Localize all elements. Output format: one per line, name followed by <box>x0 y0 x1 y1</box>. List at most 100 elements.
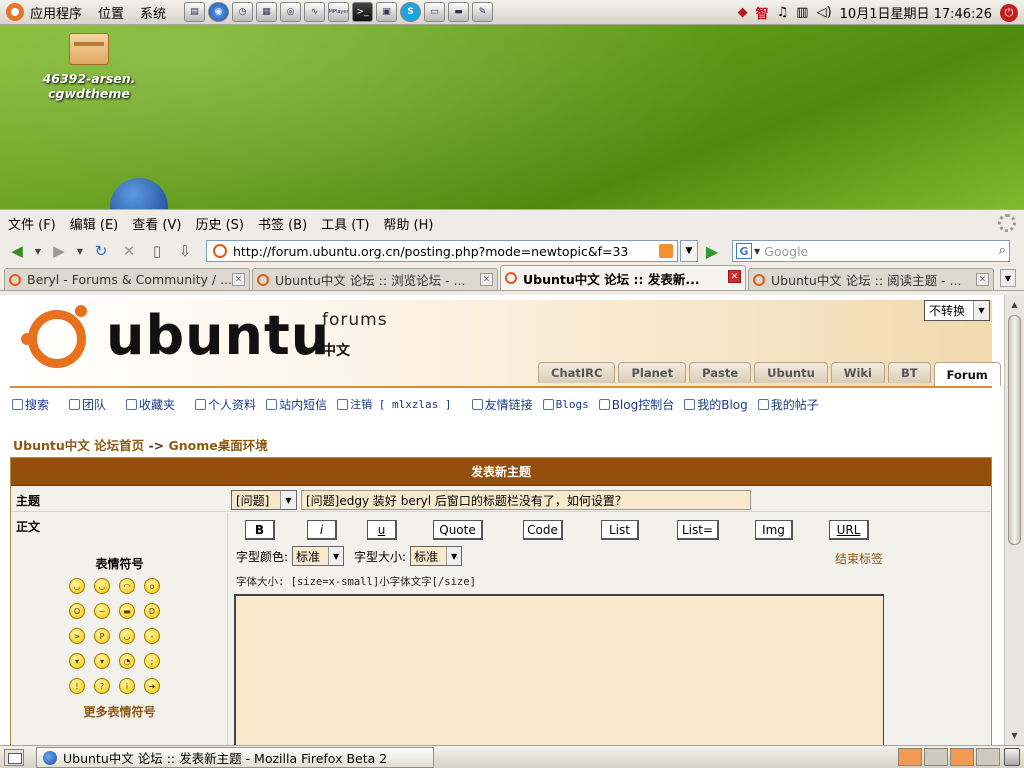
close-tags-link[interactable]: 结束标签 <box>835 550 883 567</box>
tab-list-dropdown[interactable]: ▼ <box>1000 269 1016 287</box>
site-tab-wiki[interactable]: Wiki <box>830 362 885 383</box>
menu-bookmarks[interactable]: 书签 (B) <box>258 214 307 233</box>
font-color-select[interactable]: 标准 ▼ <box>292 546 345 566</box>
idea-icon[interactable]: i <box>119 678 135 694</box>
desktop-file-icon[interactable]: 46392-arsen. cgwdtheme <box>30 33 148 101</box>
page-scrollbar[interactable]: ▲ ▼ <box>1004 295 1024 745</box>
nav-profile[interactable]: 个人资料 <box>195 395 256 413</box>
calculator-icon[interactable]: ▦ <box>256 2 278 22</box>
tab-browse-forum[interactable]: Ubuntu中文 论坛 :: 浏览论坛 - ... ✕ <box>252 268 498 290</box>
monitor-icon[interactable]: ∿ <box>304 2 326 22</box>
url-button[interactable]: URL <box>829 520 869 540</box>
language-select[interactable]: 不转换 ▼ <box>924 300 990 321</box>
workspace-1[interactable] <box>898 748 922 766</box>
console-icon[interactable]: >_ <box>352 2 374 22</box>
forward-dropdown-icon[interactable]: ▼ <box>76 240 84 262</box>
tab-beryl[interactable]: Beryl - Forums & Community / ... ✕ <box>4 268 250 290</box>
google-engine-icon[interactable]: G <box>736 243 752 259</box>
workspace-2[interactable] <box>924 748 948 766</box>
download-icon[interactable]: ⇩ <box>174 240 196 262</box>
confused-icon[interactable]: ~ <box>94 603 110 619</box>
scroll-thumb[interactable] <box>1008 315 1021 545</box>
breadcrumb-forum[interactable]: Gnome桌面环境 <box>169 438 268 453</box>
quote-button[interactable]: Quote <box>433 520 483 540</box>
music-note-icon[interactable]: ♫ <box>777 5 789 20</box>
nav-team[interactable]: 团队 <box>69 395 106 413</box>
shocked-icon[interactable]: O <box>69 603 85 619</box>
code-button[interactable]: Code <box>523 520 563 540</box>
search-icon[interactable]: ⌕ <box>999 243 1006 258</box>
tab-new-topic[interactable]: Ubuntu中文 论坛 :: 发表新... ✕ <box>500 265 746 290</box>
image-button[interactable]: Img <box>755 520 793 540</box>
ubuntu-circle-logo[interactable] <box>21 305 87 368</box>
bold-button[interactable]: B <box>245 520 275 540</box>
nav-links[interactable]: 友情链接 <box>471 395 533 413</box>
close-tab-icon[interactable]: ✕ <box>728 270 741 283</box>
close-tab-icon[interactable]: ✕ <box>232 273 245 286</box>
tongue-icon[interactable]: P <box>94 628 110 644</box>
menu-system[interactable]: 系统 <box>140 3 166 22</box>
nav-search[interactable]: 搜索 <box>12 395 49 413</box>
tab-read-topic[interactable]: Ubuntu中文 论坛 :: 阅读主题 - ... ✕ <box>748 268 994 290</box>
underline-button[interactable]: u <box>367 520 397 540</box>
site-tab-bt[interactable]: BT <box>887 362 931 383</box>
mad-icon[interactable]: > <box>69 628 85 644</box>
gem-icon[interactable]: ◆ <box>738 5 748 20</box>
brand-logo-text[interactable]: ubuntu <box>106 304 330 367</box>
grin-icon[interactable]: ◡ <box>94 578 110 594</box>
back-icon[interactable]: ◀ <box>6 240 28 262</box>
twisted-icon[interactable]: ▾ <box>94 653 110 669</box>
more-smilies-link[interactable]: 更多表情符号 <box>11 703 228 720</box>
message-textarea[interactable] <box>234 594 884 745</box>
cool-icon[interactable]: ▬ <box>119 603 135 619</box>
workspace-4[interactable] <box>976 748 1000 766</box>
italic-button[interactable]: i <box>307 520 337 540</box>
close-tab-icon[interactable]: ✕ <box>480 273 493 286</box>
question-icon[interactable]: ? <box>94 678 110 694</box>
menu-help[interactable]: 帮助 (H) <box>383 214 433 233</box>
trash-icon[interactable] <box>1004 748 1020 766</box>
blush-icon[interactable]: ◡ <box>119 628 135 644</box>
exclaim-icon[interactable]: ! <box>69 678 85 694</box>
taskbar-firefox-button[interactable]: Ubuntu中文 论坛 :: 发表新主题 - Mozilla Firefox B… <box>36 747 434 768</box>
site-tab-chatirc[interactable]: ChatIRC <box>538 362 616 383</box>
input-method-icon[interactable]: 智 <box>756 3 769 22</box>
nav-my-posts[interactable]: 我的帖子 <box>757 395 819 413</box>
network-icon[interactable]: ▥ <box>796 5 808 20</box>
nav-blog-console[interactable]: Blog控制台 <box>598 395 674 413</box>
subject-prefix-select[interactable]: [问题] ▼ <box>231 490 297 510</box>
wink-icon[interactable]: ; <box>144 653 160 669</box>
back-dropdown-icon[interactable]: ▼ <box>34 240 42 262</box>
engine-dropdown-icon[interactable]: ▼ <box>754 247 760 256</box>
ordered-list-button[interactable]: List= <box>677 520 719 540</box>
clock-datetime[interactable]: 10月1日星期日 17:46:26 <box>840 3 992 22</box>
menu-tools[interactable]: 工具 (T) <box>321 214 369 233</box>
nav-messages[interactable]: 站内短信 <box>266 395 327 413</box>
breadcrumb-home[interactable]: Ubuntu中文 论坛首页 <box>13 438 144 453</box>
site-tab-ubuntu[interactable]: Ubuntu <box>754 362 828 383</box>
rolleyes-icon[interactable]: ◔ <box>119 653 135 669</box>
font-size-select[interactable]: 标准 ▼ <box>410 546 463 566</box>
scroll-down-icon[interactable]: ▼ <box>1007 728 1022 743</box>
url-history-dropdown[interactable]: ▼ <box>680 240 698 262</box>
terminal-icon[interactable]: ▤ <box>184 2 206 22</box>
workspace-3[interactable] <box>950 748 974 766</box>
bookmark-icon[interactable]: ▯ <box>146 240 168 262</box>
list-button[interactable]: List <box>601 520 639 540</box>
menu-edit[interactable]: 编辑 (E) <box>70 214 119 233</box>
subject-input[interactable]: [问题]edgy 装好 beryl 后窗口的标题栏没有了，如何设置？ <box>301 490 751 510</box>
site-tab-planet[interactable]: Planet <box>618 362 687 383</box>
close-tab-icon[interactable]: ✕ <box>976 273 989 286</box>
rss-icon[interactable] <box>659 244 673 258</box>
clock-icon[interactable]: ◷ <box>232 2 254 22</box>
sad-icon[interactable]: ◠ <box>119 578 135 594</box>
site-tab-paste[interactable]: Paste <box>689 362 752 383</box>
reload-icon[interactable]: ↻ <box>90 240 112 262</box>
show-desktop-icon[interactable] <box>4 749 24 766</box>
url-bar[interactable]: http://forum.ubuntu.org.cn/posting.php?m… <box>206 240 678 262</box>
evil-icon[interactable]: ▾ <box>69 653 85 669</box>
smile-icon[interactable]: ◡ <box>69 578 85 594</box>
go-icon[interactable]: ▶ <box>701 241 723 261</box>
search-bar[interactable]: G ▼ Google ⌕ <box>732 240 1010 262</box>
notes-icon[interactable]: ▣ <box>376 2 398 22</box>
